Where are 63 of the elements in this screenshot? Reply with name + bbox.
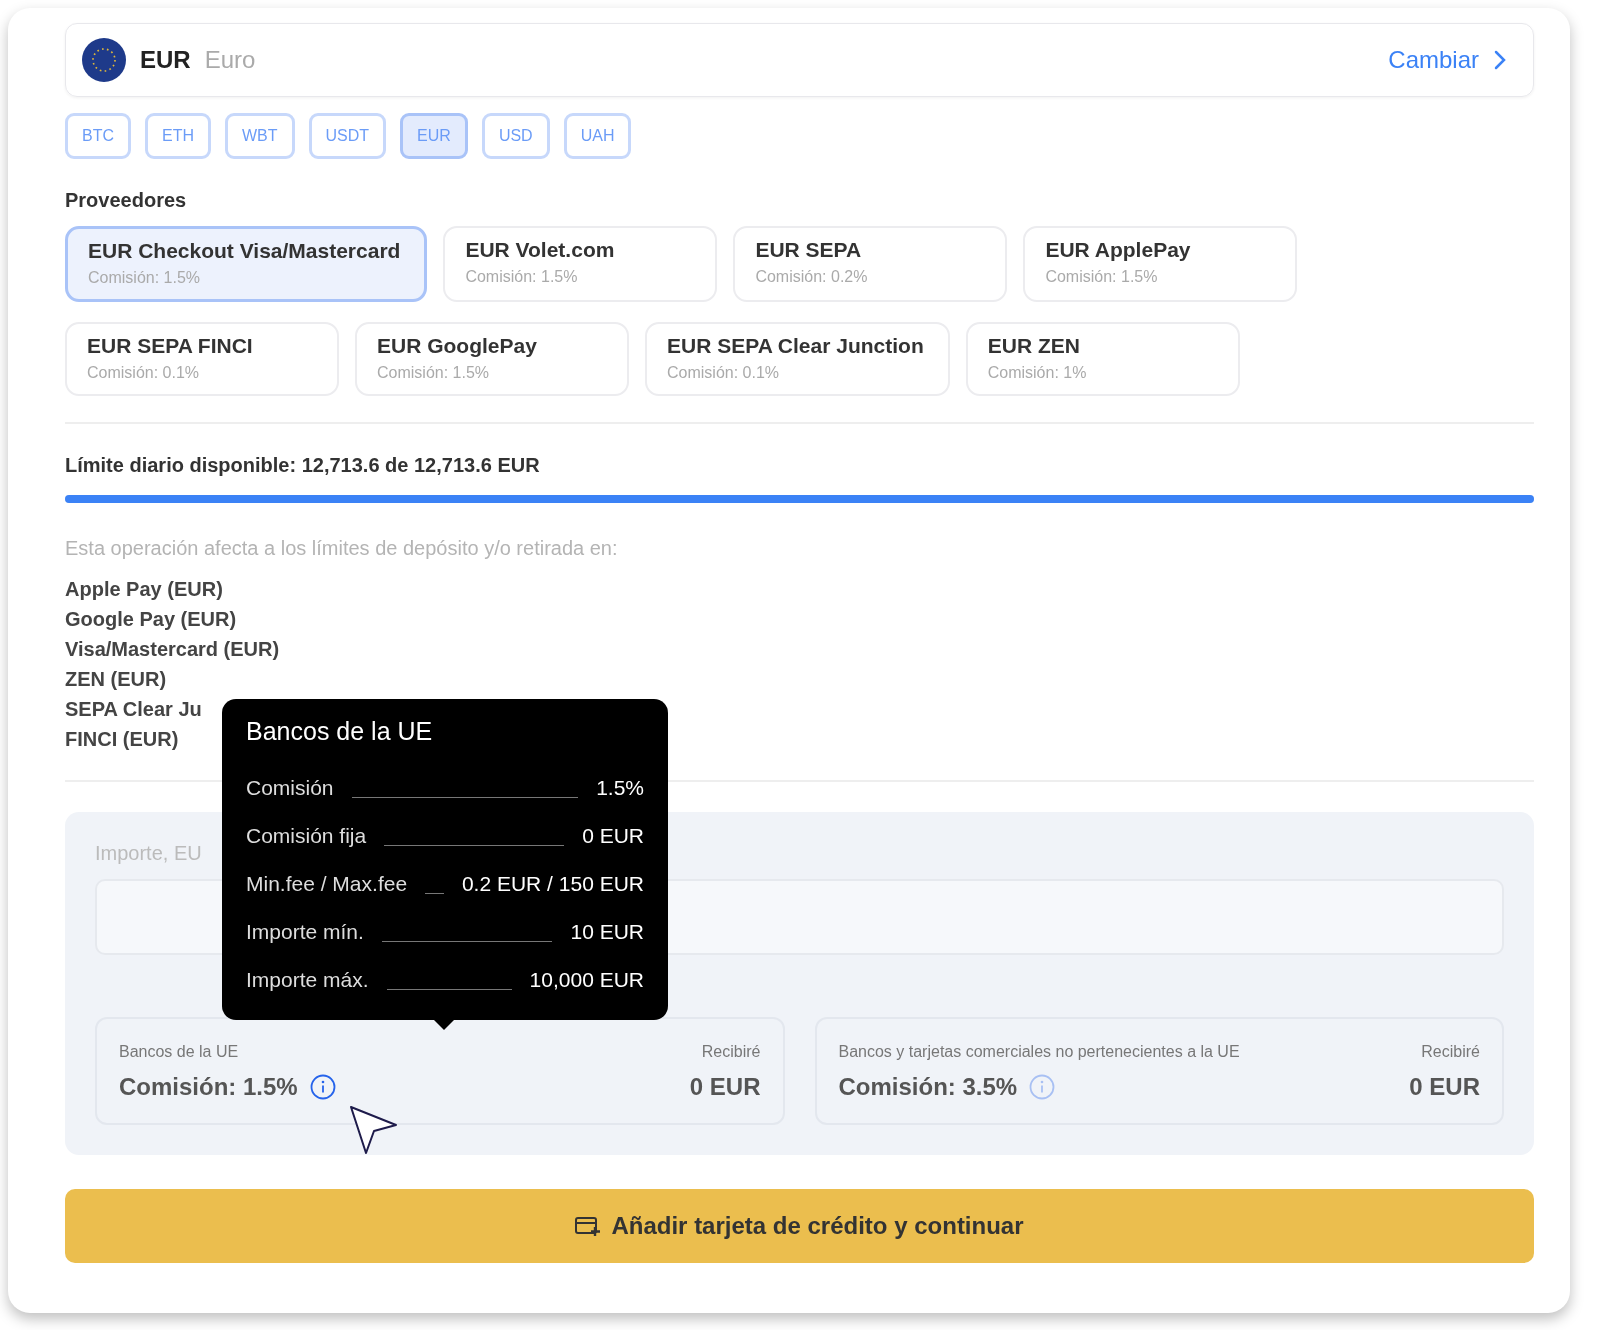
receive-amount: 0 EUR — [689, 1073, 761, 1101]
method-item: SEPA Clear Ju — [65, 697, 202, 722]
provider-option[interactable]: EUR GooglePay Comisión: 1.5% — [355, 322, 629, 396]
provider-fee: Comisión: 1.5% — [377, 364, 491, 382]
fee-text: Comisión: 1.5% — [119, 1073, 298, 1101]
receive-label: Recibiré — [701, 1043, 761, 1061]
fee-text: Comisión: 3.5% — [838, 1073, 1018, 1101]
currency-code: EUR — [140, 46, 191, 74]
method-item: Apple Pay (EUR) — [65, 577, 223, 602]
amount-label: Importe, EU — [95, 842, 203, 865]
tooltip-value: 10 EUR — [570, 920, 644, 944]
section-title: Proveedores — [65, 189, 188, 212]
tooltip-value: 0.2 EUR / 150 EUR — [461, 872, 644, 896]
tooltip-label: Importe máx. — [246, 968, 369, 992]
provider-name: EUR Checkout Visa/Mastercard — [88, 239, 401, 263]
method-item: FINCI (EUR) — [65, 727, 179, 752]
note-text: Esta operación afecta a los límites de depósito y/o retirada en: — [65, 537, 619, 560]
tooltip-title: Bancos de la UE — [246, 717, 434, 746]
receive-label: Recibiré — [1421, 1043, 1480, 1061]
provider-fee: Comisión: 0.1% — [667, 364, 781, 382]
receive-amount: 0 EUR — [1409, 1073, 1480, 1101]
result-title: Bancos y tarjetas comerciales no pertenecientes a la UE — [838, 1043, 1240, 1061]
daily-limit-label: Límite diario disponible: 12,713.6 de 12,713.6 EUR — [65, 454, 541, 477]
provider-name: EUR ApplePay — [1045, 238, 1192, 262]
provider-fee: Comisión: 1% — [987, 364, 1088, 382]
tooltip-label: Comisión fija — [246, 824, 367, 848]
tooltip-value: 1.5% — [596, 776, 644, 800]
provider-name: EUR SEPA FINCI — [87, 334, 254, 358]
method-item: Visa/Mastercard (EUR) — [65, 637, 280, 662]
currency-name: Euro — [204, 46, 256, 74]
provider-fee: Comisión: 0.1% — [87, 364, 201, 382]
provider-fee: Comisión: 1.5% — [88, 269, 202, 287]
provider-option[interactable]: EUR SEPA Comisión: 0.2% — [733, 226, 1008, 302]
provider-option[interactable]: EUR ApplePay Comisión: 1.5% — [1023, 226, 1298, 302]
provider-fee: Comisión: 0.2% — [755, 268, 869, 286]
provider-option[interactable]: EUR ZEN Comisión: 1% — [965, 322, 1240, 396]
tooltip-label: Min.fee / Max.fee — [246, 872, 408, 896]
provider-name: EUR SEPA Clear Junction — [667, 334, 924, 358]
provider-option[interactable]: EUR SEPA Clear Junction Comisión: 0.1% — [645, 322, 950, 396]
provider-name: EUR Volet.com — [465, 238, 616, 262]
method-item: Google Pay (EUR) — [65, 607, 237, 632]
info-icon[interactable] — [309, 1074, 336, 1100]
flag-icon — [82, 38, 126, 82]
tooltip-label: Importe mín. — [246, 920, 364, 944]
submit-button[interactable]: Añadir tarjeta de crédito y continuar — [65, 1189, 1534, 1263]
currency-selector[interactable]: EUR Euro Cambiar — [65, 23, 1534, 97]
card-icon — [575, 1215, 602, 1237]
change-link[interactable]: Cambiar — [1388, 46, 1479, 74]
method-item: ZEN (EUR) — [65, 667, 167, 692]
provider-name: EUR ZEN — [987, 334, 1081, 358]
tooltip-label: Comisión — [246, 776, 334, 800]
provider-name: EUR SEPA — [755, 238, 863, 262]
tooltip-value: 0 EUR — [582, 824, 644, 848]
provider-fee: Comisión: 1.5% — [1045, 268, 1159, 286]
provider-fee: Comisión: 1.5% — [465, 268, 579, 286]
chevron-right-icon — [1493, 49, 1507, 71]
tooltip-value: 10,000 EUR — [529, 968, 644, 992]
provider-option[interactable]: EUR Volet.com Comisión: 1.5% — [443, 226, 718, 302]
provider-name: EUR GooglePay — [377, 334, 538, 358]
provider-option[interactable]: EUR Checkout Visa/Mastercard Comisión: 1.5% — [65, 226, 428, 302]
cursor-icon — [348, 1104, 400, 1156]
result-title: Bancos de la UE — [119, 1043, 240, 1061]
provider-option[interactable]: EUR SEPA FINCI Comisión: 0.1% — [65, 322, 339, 396]
